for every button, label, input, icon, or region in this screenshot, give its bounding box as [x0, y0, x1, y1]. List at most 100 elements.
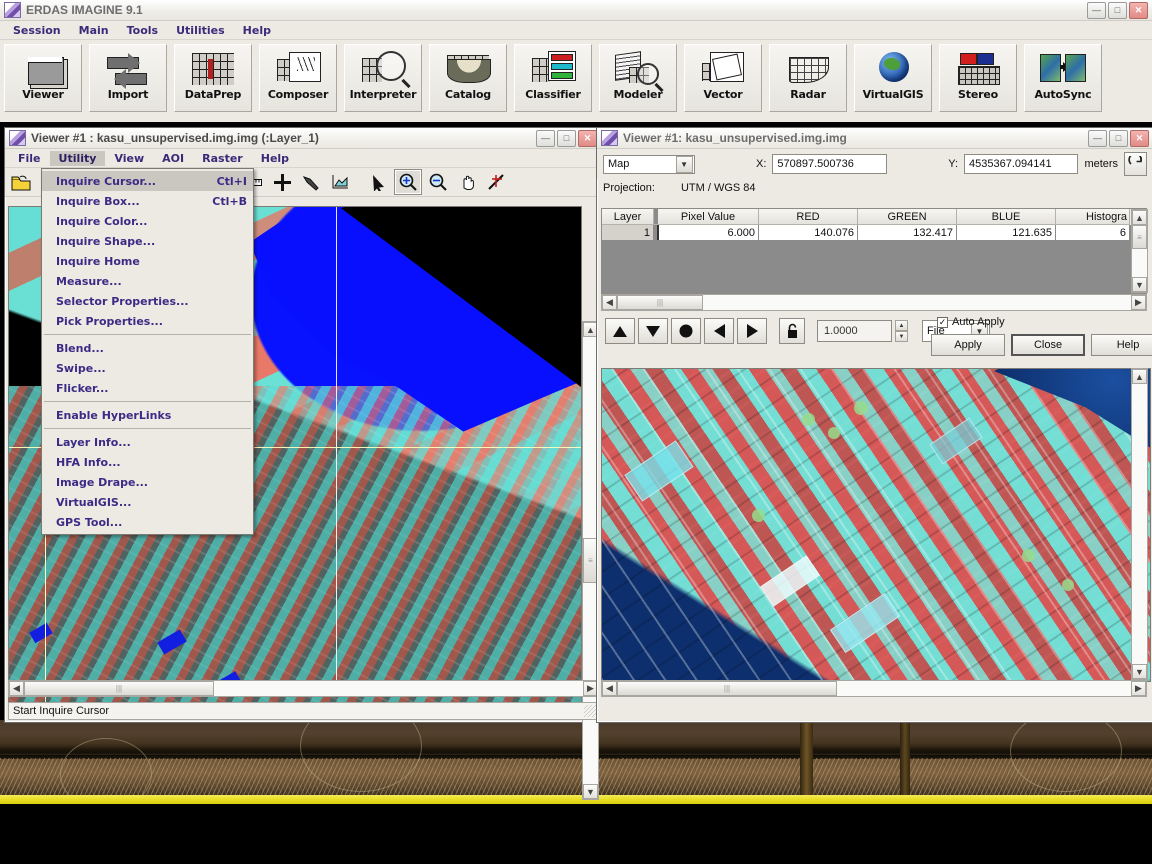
zoom-out-icon[interactable]	[425, 170, 451, 194]
menu-item-inquire-color[interactable]: Inquire Color...	[42, 211, 253, 231]
viewer-left-maximize-button[interactable]: □	[557, 129, 576, 147]
toolbar-button-stereo[interactable]: Stereo	[939, 44, 1017, 112]
col-header-layer[interactable]: Layer	[602, 209, 654, 225]
toolbar-button-classifier[interactable]: Classifier	[514, 44, 592, 112]
step-size-stepper[interactable]: ▲ ▼	[895, 320, 908, 342]
scroll-track[interactable]	[837, 681, 1131, 696]
menu-session[interactable]: Session	[4, 23, 70, 38]
erdas-minimize-button[interactable]: —	[1087, 1, 1106, 19]
toolbar-button-dataprep[interactable]: DataPrep	[174, 44, 252, 112]
viewer-menu-raster[interactable]: Raster	[193, 151, 252, 166]
col-header-blue[interactable]: BLUE	[957, 209, 1056, 225]
viewer-right-vertical-scrollbar[interactable]: ▲ ▼	[1131, 368, 1148, 680]
inquire-maximize-button[interactable]: □	[1109, 129, 1128, 147]
erdas-maximize-button[interactable]: □	[1108, 1, 1127, 19]
menu-item-hfa-info[interactable]: HFA Info...	[42, 452, 253, 472]
auto-apply-checkbox[interactable]: ✓	[937, 316, 948, 328]
viewer-menu-view[interactable]: View	[105, 151, 153, 166]
viewer-menu-file[interactable]: File	[9, 151, 50, 166]
inquire-cursor-icon[interactable]	[483, 170, 509, 194]
col-header-red[interactable]: RED	[759, 209, 858, 225]
stepper-up-icon[interactable]: ▲	[895, 320, 908, 331]
nav-right-button[interactable]	[737, 318, 767, 344]
table-scroll-right-button[interactable]: ▶	[1131, 295, 1146, 310]
menu-item-gps-tool[interactable]: GPS Tool...	[42, 512, 253, 532]
erdas-titlebar[interactable]: ERDAS IMAGINE 9.1 — □ ✕	[0, 0, 1152, 21]
scroll-left-button[interactable]: ◀	[9, 681, 24, 696]
step-size-input[interactable]: 1.0000	[817, 320, 892, 342]
refresh-icon[interactable]	[1124, 152, 1147, 176]
scroll-thumb[interactable]: |||	[617, 681, 837, 696]
toolbar-button-import[interactable]: Import	[89, 44, 167, 112]
menu-item-swipe[interactable]: Swipe...	[42, 358, 253, 378]
menu-tools[interactable]: Tools	[118, 23, 167, 38]
table-scroll-thumb[interactable]: ≡	[1132, 225, 1147, 249]
pan-hand-icon[interactable]	[454, 170, 480, 194]
scroll-track[interactable]	[214, 681, 583, 696]
menu-item-inquire-cursor[interactable]: Inquire Cursor... Ctl+I	[42, 171, 253, 191]
toolbar-button-interpreter[interactable]: Interpreter	[344, 44, 422, 112]
erdas-close-button[interactable]: ✕	[1129, 1, 1148, 19]
nav-left-button[interactable]	[704, 318, 734, 344]
table-vertical-scrollbar[interactable]: ▲ ≡ ▼	[1131, 209, 1148, 293]
nav-up-button[interactable]	[605, 318, 635, 344]
resize-grip[interactable]	[584, 705, 596, 717]
viewer-left-close-button[interactable]: ✕	[578, 129, 597, 147]
lock-icon[interactable]	[779, 318, 805, 344]
inquire-cursor-titlebar[interactable]: Viewer #1: kasu_unsupervised.img.img — □…	[597, 128, 1152, 149]
inquire-cursor-image-canvas[interactable]	[601, 368, 1151, 682]
viewer-menu-utility[interactable]: Utility	[49, 150, 106, 166]
table-horizontal-scrollbar[interactable]: ◀ ||| ▶	[601, 294, 1147, 311]
add-crosshair-icon[interactable]	[269, 170, 295, 194]
menu-help[interactable]: Help	[234, 23, 280, 38]
toolbar-button-autosync[interactable]: AutoSync	[1024, 44, 1102, 112]
stepper-down-icon[interactable]: ▼	[895, 331, 908, 342]
zoom-in-icon[interactable]	[394, 169, 422, 195]
scroll-down-button[interactable]: ▼	[583, 784, 598, 799]
scroll-down-button[interactable]: ▼	[1132, 664, 1147, 679]
toolbar-button-modeler[interactable]: Modeler	[599, 44, 677, 112]
menu-main[interactable]: Main	[70, 23, 118, 38]
scroll-track[interactable]	[1132, 384, 1147, 664]
profile-chart-icon[interactable]	[327, 170, 353, 194]
chevron-down-icon[interactable]: ▼	[675, 155, 693, 173]
col-header-green[interactable]: GREEN	[858, 209, 957, 225]
toolbar-button-viewer[interactable]: Viewer	[4, 44, 82, 112]
viewer-left-horizontal-scrollbar[interactable]: ◀ ||| ▶	[8, 680, 599, 697]
toolbar-button-vector[interactable]: Vector	[684, 44, 762, 112]
menu-utilities[interactable]: Utilities	[167, 23, 234, 38]
scroll-left-button[interactable]: ◀	[602, 681, 617, 696]
col-header-histogram[interactable]: Histogra	[1056, 209, 1130, 225]
hammer-icon[interactable]	[298, 170, 324, 194]
y-coordinate-input[interactable]: 4535367.094141	[964, 154, 1079, 174]
table-h-scroll-thumb[interactable]: |||	[617, 295, 703, 310]
open-folder-icon[interactable]	[8, 170, 34, 194]
close-button[interactable]: Close	[1011, 334, 1085, 356]
menu-item-inquire-home[interactable]: Inquire Home	[42, 251, 253, 271]
toolbar-button-catalog[interactable]: Catalog	[429, 44, 507, 112]
viewer-left-minimize-button[interactable]: —	[536, 129, 555, 147]
pixel-value-table[interactable]: Layer Pixel Value RED GREEN BLUE Histogr…	[601, 208, 1147, 294]
table-row[interactable]: 1 6.000 140.076 132.417 121.635 6	[602, 225, 1146, 240]
scroll-up-button[interactable]: ▲	[1132, 369, 1147, 384]
scroll-right-button[interactable]: ▶	[1131, 681, 1146, 696]
menu-item-virtualgis[interactable]: VirtualGIS...	[42, 492, 253, 512]
table-h-scroll-track[interactable]	[703, 295, 1131, 310]
viewer-right-horizontal-scrollbar[interactable]: ◀ ||| ▶	[601, 680, 1147, 697]
menu-item-image-drape[interactable]: Image Drape...	[42, 472, 253, 492]
menu-item-pick-properties[interactable]: Pick Properties...	[42, 311, 253, 331]
toolbar-button-composer[interactable]: Composer	[259, 44, 337, 112]
menu-item-enable-hyperlinks[interactable]: Enable HyperLinks	[42, 405, 253, 425]
table-scroll-track[interactable]	[1132, 249, 1147, 277]
col-header-pixel-value[interactable]: Pixel Value	[658, 209, 759, 225]
inquire-minimize-button[interactable]: —	[1088, 129, 1107, 147]
menu-item-selector-properties[interactable]: Selector Properties...	[42, 291, 253, 311]
apply-button[interactable]: Apply	[931, 334, 1005, 356]
scroll-thumb[interactable]: |||	[24, 681, 214, 696]
table-scroll-left-button[interactable]: ◀	[602, 295, 617, 310]
table-scroll-down-button[interactable]: ▼	[1132, 277, 1147, 292]
arrow-pointer-icon[interactable]	[365, 170, 391, 194]
viewer-menu-aoi[interactable]: AOI	[153, 151, 193, 166]
menu-item-inquire-shape[interactable]: Inquire Shape...	[42, 231, 253, 251]
nav-down-button[interactable]	[638, 318, 668, 344]
